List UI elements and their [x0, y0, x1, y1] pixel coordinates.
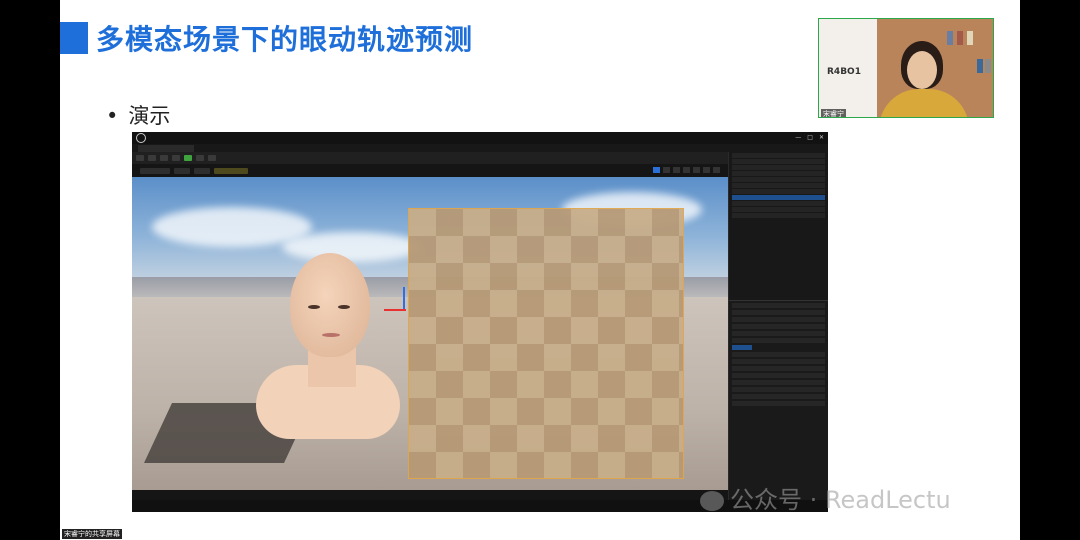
outliner-row[interactable]: [732, 177, 825, 182]
maximize-icon[interactable]: □: [807, 134, 813, 141]
outliner-row[interactable]: [732, 207, 825, 212]
mouth: [322, 333, 340, 337]
details-row[interactable]: [732, 373, 825, 378]
details-row[interactable]: [732, 401, 825, 406]
title-accent-bar: [60, 22, 88, 54]
details-row[interactable]: [732, 317, 825, 322]
outliner-row-selected[interactable]: [732, 195, 825, 200]
details-row[interactable]: [732, 394, 825, 399]
details-row[interactable]: [732, 338, 825, 343]
play-icon[interactable]: [184, 155, 192, 161]
3d-viewport[interactable]: [132, 177, 728, 490]
book: [977, 59, 983, 73]
details-row[interactable]: [732, 359, 825, 364]
outliner-panel[interactable]: [728, 152, 828, 300]
gizmo-x-axis[interactable]: [384, 309, 406, 311]
details-row[interactable]: [732, 352, 825, 357]
outliner-row[interactable]: [732, 159, 825, 164]
scale-icon[interactable]: [683, 167, 690, 173]
details-row[interactable]: [732, 324, 825, 329]
details-row[interactable]: [732, 310, 825, 315]
outliner-row[interactable]: [732, 153, 825, 158]
viewport-status-bar: [132, 490, 728, 500]
outliner-row[interactable]: [732, 213, 825, 218]
editor-toolbar: [132, 152, 728, 164]
grid-snap-icon[interactable]: [693, 167, 700, 173]
book: [947, 31, 953, 45]
webcam-feed: R4BO1 宋睿宁: [818, 18, 994, 118]
poster-text: R4BO1: [827, 67, 861, 77]
add-icon[interactable]: [160, 155, 168, 161]
blueprint-icon[interactable]: [172, 155, 180, 161]
book: [967, 31, 973, 45]
viewport-toolbar: [132, 164, 728, 177]
editor-menubar: — □ ✕: [132, 132, 828, 144]
checker-plane[interactable]: [408, 208, 684, 479]
details-tab-active[interactable]: [732, 345, 752, 350]
gizmo-z-axis[interactable]: [403, 287, 405, 309]
participant-name: 宋睿宁: [821, 109, 846, 118]
save-icon[interactable]: [136, 155, 144, 161]
select-icon[interactable]: [653, 167, 660, 173]
right-eye: [338, 305, 350, 309]
outliner-row[interactable]: [732, 165, 825, 170]
person-face: [907, 51, 937, 89]
show-button[interactable]: [214, 167, 248, 174]
pause-icon[interactable]: [196, 155, 204, 161]
close-icon[interactable]: ✕: [819, 134, 824, 141]
screen-share-label: 宋睿宁的共享屏幕: [62, 529, 122, 539]
level-tab[interactable]: [138, 145, 194, 152]
details-panel[interactable]: [728, 300, 828, 500]
editor-tabbar: [132, 144, 828, 152]
watermark: 公众号 · ReadLectu: [700, 480, 951, 515]
details-row[interactable]: [732, 303, 825, 308]
rotate-icon[interactable]: [673, 167, 680, 173]
details-row[interactable]: [732, 380, 825, 385]
outliner-row[interactable]: [732, 171, 825, 176]
camera-speed-icon[interactable]: [713, 167, 720, 173]
outliner-row[interactable]: [732, 183, 825, 188]
bust-head[interactable]: [290, 253, 370, 357]
watermark-text: 公众号 · ReadLectu: [730, 486, 951, 514]
bullet-text: 演示: [128, 104, 171, 128]
stop-icon[interactable]: [208, 155, 216, 161]
cloud: [282, 232, 422, 262]
details-row[interactable]: [732, 387, 825, 392]
unreal-logo-icon: [136, 133, 146, 143]
viewport-menu-button[interactable]: [140, 167, 170, 174]
slide-title: 多模态场景下的眼动轨迹预测: [96, 23, 474, 56]
outliner-row[interactable]: [732, 189, 825, 194]
lit-button[interactable]: [194, 167, 210, 174]
details-row[interactable]: [732, 331, 825, 336]
bullet-dot-icon: •: [106, 104, 119, 128]
outliner-row[interactable]: [732, 201, 825, 206]
window-controls: — □ ✕: [795, 134, 824, 141]
viewport-transform-icons: [653, 167, 720, 173]
angle-snap-icon[interactable]: [703, 167, 710, 173]
minimize-icon[interactable]: —: [795, 134, 801, 141]
book: [957, 31, 963, 45]
perspective-button[interactable]: [174, 167, 190, 174]
book: [985, 59, 991, 73]
unreal-editor-window[interactable]: — □ ✕: [132, 132, 828, 512]
wechat-icon: [700, 491, 724, 511]
mode-icon[interactable]: [148, 155, 156, 161]
translate-icon[interactable]: [663, 167, 670, 173]
details-row[interactable]: [732, 366, 825, 371]
bullet-item: • 演示: [106, 100, 170, 130]
left-eye: [308, 305, 320, 309]
